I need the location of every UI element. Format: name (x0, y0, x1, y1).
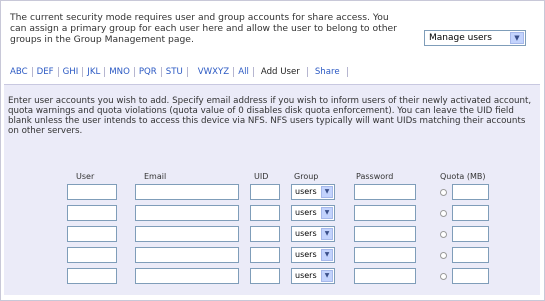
tab-add-user[interactable]: Add User (254, 67, 308, 77)
chevron-down-icon: ▼ (321, 270, 333, 282)
tab-jkl[interactable]: JKL (83, 67, 106, 77)
tab-vwxyz[interactable]: VWXYZ (194, 67, 235, 77)
user-entry-row: users ▼ (4, 205, 540, 223)
uid-input[interactable] (250, 247, 280, 263)
group-select[interactable]: users ▼ (291, 184, 335, 200)
chevron-down-icon: ▼ (321, 207, 333, 219)
group-value: users (295, 208, 317, 217)
tab-mno[interactable]: MNO (105, 67, 135, 77)
user-entry-row: users ▼ (4, 268, 540, 286)
user-name-input[interactable] (67, 268, 117, 284)
uid-input[interactable] (250, 205, 280, 221)
user-name-input[interactable] (67, 205, 117, 221)
column-header-password: Password (356, 172, 394, 181)
quota-radio[interactable] (440, 252, 447, 259)
quota-radio[interactable] (440, 210, 447, 217)
tab-ghi[interactable]: GHI (59, 67, 84, 77)
password-input[interactable] (354, 205, 416, 221)
chevron-down-icon: ▼ (321, 228, 333, 240)
email-input[interactable] (135, 205, 239, 221)
chevron-down-icon: ▼ (321, 249, 333, 261)
column-header-email: Email (144, 172, 167, 181)
email-input[interactable] (135, 226, 239, 242)
password-input[interactable] (354, 184, 416, 200)
group-select[interactable]: users ▼ (291, 247, 335, 263)
group-value: users (295, 229, 317, 238)
password-input[interactable] (354, 268, 416, 284)
email-input[interactable] (135, 268, 239, 284)
manage-users-value: Manage users (429, 33, 492, 43)
quota-input[interactable] (452, 184, 489, 200)
user-entry-row: users ▼ (4, 247, 540, 265)
quota-radio[interactable] (440, 231, 447, 238)
quota-radio[interactable] (440, 273, 447, 280)
email-input[interactable] (135, 247, 239, 263)
column-header-user: User (76, 172, 95, 181)
quota-input[interactable] (452, 226, 489, 242)
tab-def[interactable]: DEF (33, 67, 59, 77)
tab-share[interactable]: Share (308, 67, 348, 77)
user-tabs: ABC DEF GHI JKL MNO PQR STU VWXYZ All Ad… (6, 60, 540, 84)
manage-users-dropdown[interactable]: Manage users ▼ (424, 30, 526, 46)
chevron-down-icon: ▼ (510, 32, 524, 44)
chevron-down-icon: ▼ (321, 186, 333, 198)
tab-abc[interactable]: ABC (6, 67, 33, 77)
password-input[interactable] (354, 247, 416, 263)
email-input[interactable] (135, 184, 239, 200)
user-name-input[interactable] (67, 184, 117, 200)
add-user-panel: Enter user accounts you wish to add. Spe… (4, 84, 540, 295)
tab-pqr[interactable]: PQR (135, 67, 162, 77)
add-user-description: Enter user accounts you wish to add. Spe… (8, 96, 532, 136)
user-entry-row: users ▼ (4, 226, 540, 244)
tab-stu[interactable]: STU (162, 67, 188, 77)
column-header-quota: Quota (MB) (440, 172, 486, 181)
password-input[interactable] (354, 226, 416, 242)
security-mode-intro: The current security mode requires user … (10, 12, 397, 45)
group-select[interactable]: users ▼ (291, 226, 335, 242)
group-value: users (295, 271, 317, 280)
tab-all[interactable]: All (234, 67, 254, 77)
user-name-input[interactable] (67, 247, 117, 263)
user-name-input[interactable] (67, 226, 117, 242)
group-select[interactable]: users ▼ (291, 268, 335, 284)
group-value: users (295, 187, 317, 196)
uid-input[interactable] (250, 268, 280, 284)
uid-input[interactable] (250, 226, 280, 242)
uid-input[interactable] (250, 184, 280, 200)
quota-radio[interactable] (440, 189, 447, 196)
column-header-uid: UID (254, 172, 269, 181)
quota-input[interactable] (452, 247, 489, 263)
quota-input[interactable] (452, 268, 489, 284)
user-entry-row: users ▼ (4, 184, 540, 202)
group-select[interactable]: users ▼ (291, 205, 335, 221)
column-header-group: Group (294, 172, 319, 181)
group-value: users (295, 250, 317, 259)
quota-input[interactable] (452, 205, 489, 221)
